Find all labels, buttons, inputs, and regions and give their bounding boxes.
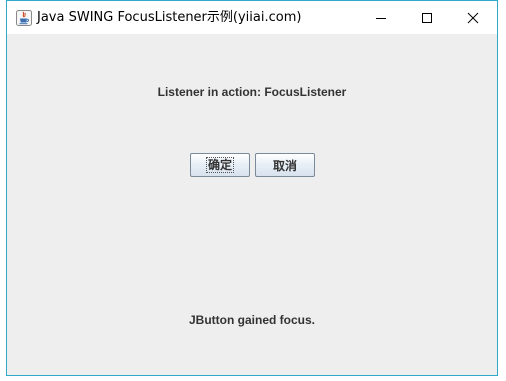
close-icon <box>467 12 479 23</box>
java-cup-icon[interactable] <box>16 10 32 26</box>
application-window: Java SWING FocusListener示例(yiiai.com) Li… <box>6 0 498 376</box>
close-button[interactable] <box>450 1 496 34</box>
minimize-icon <box>376 17 386 19</box>
cancel-button-label: 取消 <box>272 158 297 173</box>
content-panel: Listener in action: FocusListener 确定 取消 … <box>7 34 497 375</box>
cancel-button[interactable]: 取消 <box>255 153 315 177</box>
ok-button-label: 确定 <box>205 157 234 173</box>
title-bar[interactable]: Java SWING FocusListener示例(yiiai.com) <box>7 1 497 34</box>
ok-button[interactable]: 确定 <box>190 153 250 177</box>
minimize-button[interactable] <box>358 1 404 34</box>
maximize-icon <box>422 12 432 23</box>
status-label: JButton gained focus. <box>189 313 315 327</box>
window-title: Java SWING FocusListener示例(yiiai.com) <box>37 10 302 25</box>
maximize-button[interactable] <box>404 1 450 34</box>
header-label: Listener in action: FocusListener <box>157 85 347 99</box>
